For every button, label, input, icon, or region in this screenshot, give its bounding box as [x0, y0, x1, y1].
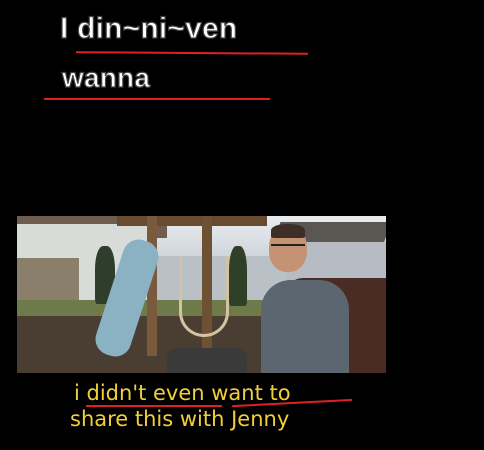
phonetic-overlay-line-1: I din~ni~ven — [59, 11, 238, 45]
subtitle-line-2: share this with Jenny — [70, 407, 290, 431]
man-body — [261, 280, 349, 373]
video-frame[interactable] — [17, 216, 386, 373]
playset-beam — [117, 216, 267, 226]
man-glasses — [271, 244, 305, 254]
overlay-underline-1 — [75, 51, 309, 55]
wicker-furniture — [167, 348, 247, 373]
phonetic-overlay-line-2: wanna — [61, 61, 151, 93]
subtitle-line-1: i didn't even want to — [74, 381, 291, 405]
video-tree — [229, 246, 247, 306]
man-hair — [271, 224, 305, 238]
playset-rope — [179, 256, 229, 337]
overlay-underline-2 — [44, 98, 270, 100]
